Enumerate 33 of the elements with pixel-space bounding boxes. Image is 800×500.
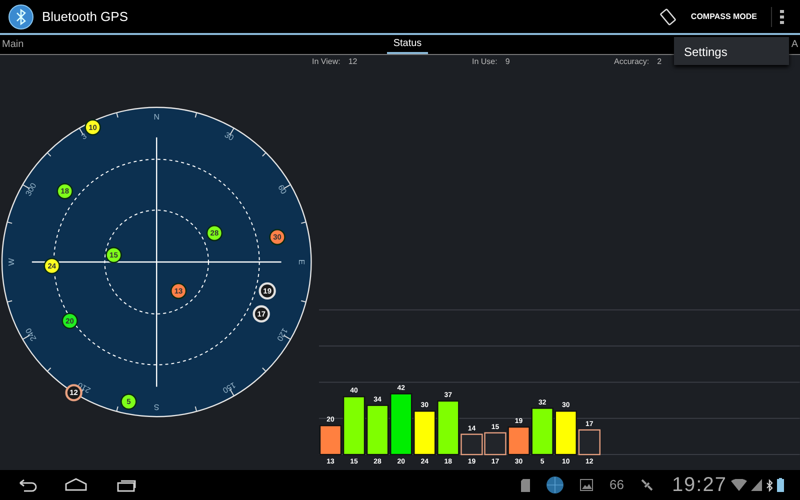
rotate-phone-icon[interactable] <box>658 8 677 26</box>
compass-label: W <box>7 258 16 266</box>
clock: 19:27 <box>672 473 727 498</box>
compass-label: S <box>154 402 160 412</box>
sd-card-icon <box>521 478 530 492</box>
home-icon <box>64 478 88 492</box>
menu-icon <box>780 10 784 24</box>
tab[interactable]: Status <box>387 35 428 54</box>
globe-icon <box>546 476 564 494</box>
info-value: 2 <box>657 56 662 68</box>
home-button[interactable] <box>64 478 88 492</box>
recents-icon <box>116 478 138 492</box>
info-label: In View: <box>312 56 340 68</box>
compass-label: E <box>297 259 306 265</box>
info-label: In Use: <box>472 56 498 68</box>
bluetooth-logo-icon <box>8 4 34 30</box>
app-title: Bluetooth GPS <box>42 8 128 26</box>
bluetooth-icon <box>766 478 773 492</box>
wifi-icon <box>731 479 747 491</box>
satellite-icon <box>640 478 654 492</box>
info-value: 12 <box>348 56 358 68</box>
image-icon <box>580 479 594 491</box>
signal-icon <box>751 479 762 491</box>
info-value: 9 <box>505 56 510 68</box>
menu-item[interactable]: Settings <box>674 37 789 67</box>
tab[interactable]: A <box>789 35 800 54</box>
info-label: Accuracy: <box>614 56 650 68</box>
recents-button[interactable] <box>116 478 138 492</box>
compass-label: N <box>154 112 160 122</box>
tab[interactable]: Main <box>0 35 26 54</box>
battery-icon <box>777 478 784 492</box>
compass-mode-button[interactable]: COMPASS MODE <box>684 10 763 22</box>
battery-percent: 66 <box>609 476 624 494</box>
